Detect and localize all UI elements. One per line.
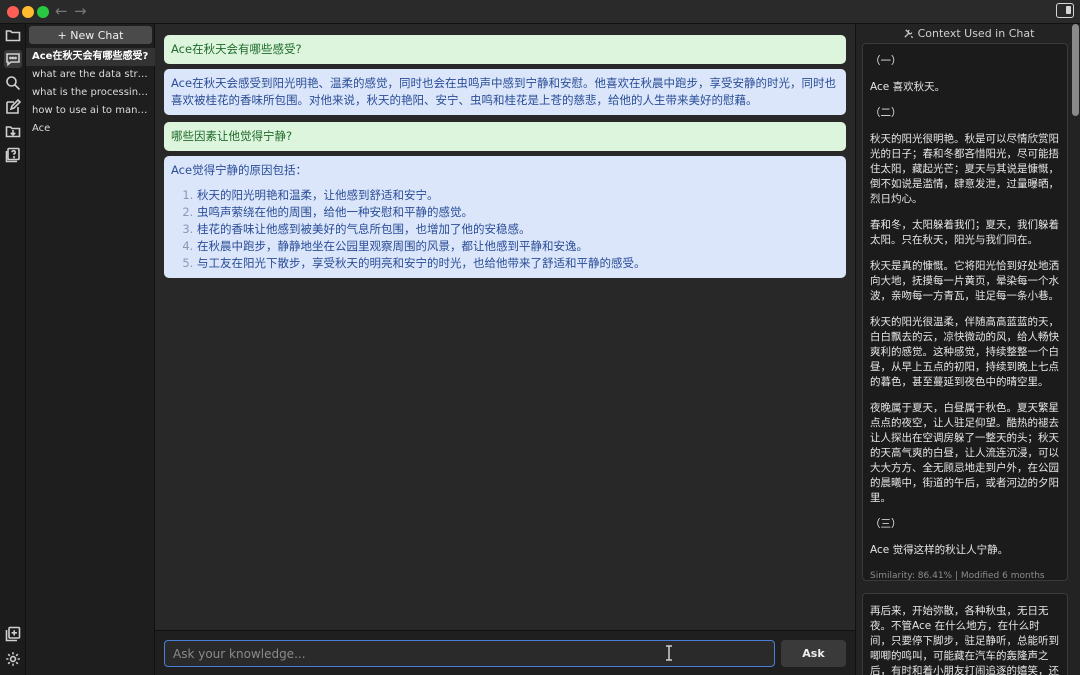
context-paragraph: 春和冬，太阳躲着我们；夏天，我们躲着太阳。只在秋天，阳光与我们同在。 (870, 219, 1059, 246)
arrow-right-icon[interactable]: → (74, 2, 87, 20)
context-paragraph: （三） (870, 518, 902, 530)
assistant-answer: Ace觉得宁静的原因包括： 秋天的阳光明艳和温柔，让他感到舒适和安宁。 虫鸣声萦… (164, 156, 846, 278)
chat-list-item[interactable]: how to use ai to manag... (26, 102, 155, 120)
answer-list-item: 虫鸣声萦绕在他的周围，给他一种安慰和平静的感觉。 (197, 204, 839, 221)
search-icon[interactable] (4, 74, 22, 92)
chat-sidebar: + New Chat Ace在秋天会有哪些感受? what are the da… (26, 24, 155, 675)
new-chat-button[interactable]: + New Chat (29, 26, 152, 44)
context-paragraph: （一） (870, 55, 902, 67)
text-cursor-icon (666, 645, 672, 661)
chat-icon[interactable] (4, 50, 22, 68)
icon-rail (0, 24, 26, 675)
chat-list-item[interactable]: Ace (26, 120, 155, 138)
folder-icon[interactable] (4, 26, 22, 44)
context-panel: Context Used in Chat （一） Ace 喜欢秋天。 （二） 秋… (855, 24, 1080, 675)
ask-button[interactable]: Ask (781, 640, 846, 667)
context-paragraph: 秋天是真的慷慨。它将阳光恰到好处地洒向大地，抚摸每一片黄页，晕染每一个水波，亲吻… (870, 260, 1059, 302)
title-bar: ← → (0, 0, 1080, 24)
context-paragraph: Ace 觉得这样的秋让人宁静。 (870, 544, 1009, 556)
chat-list-item[interactable]: Ace在秋天会有哪些感受? (26, 48, 155, 66)
input-bar: Ask (155, 630, 855, 675)
context-card: （一） Ace 喜欢秋天。 （二） 秋天的阳光很明艳。秋是可以尽情欣赏阳光的日子… (862, 43, 1068, 581)
assistant-answer: Ace在秋天会感受到阳光明艳、温柔的感觉，同时也会在虫鸣声中感到宁静和安慰。他喜… (164, 69, 846, 115)
import-icon[interactable] (4, 122, 22, 140)
close-window-button[interactable] (7, 6, 19, 18)
context-paragraph: 夜晚属于夏天，白昼属于秋色。夏天繁星点点的夜空，让人驻足仰望。酷热的褪去让人探出… (870, 402, 1059, 504)
context-card: 再后来，开始弥散，各种秋虫，无日无夜。不管Ace 在什么地方，在什么时间，只要停… (862, 593, 1068, 675)
minimize-window-button[interactable] (22, 6, 34, 18)
zoom-window-button[interactable] (37, 6, 49, 18)
answer-list-item: 与工友在阳光下散步，享受秋天的明亮和安宁的时光，也给他带来了舒适和平静的感受。 (197, 255, 839, 272)
chat-area: Ace在秋天会有哪些感受? Ace在秋天会感受到阳光明艳、温柔的感觉，同时也会在… (155, 24, 855, 675)
chat-list: Ace在秋天会有哪些感受? what are the data struc...… (26, 48, 155, 138)
answer-list-item: 在秋晨中跑步，静静地坐在公园里观察周围的风景，都让他感到平静和安逸。 (197, 238, 839, 255)
context-paragraph: 再后来，开始弥散，各种秋虫，无日无夜。不管Ace 在什么地方，在什么时间，只要停… (870, 605, 1059, 675)
chat-list-item[interactable]: what are the data struc... (26, 66, 155, 84)
context-paragraph: 秋天的阳光很明艳。秋是可以尽情欣赏阳光的日子；春和冬都吝惜阳光，尽可能捂住太阳，… (870, 133, 1059, 205)
context-header: Context Used in Chat (856, 24, 1080, 43)
answer-list: 秋天的阳光明艳和温柔，让他感到舒适和安宁。 虫鸣声萦绕在他的周围，给他一种安慰和… (171, 187, 839, 272)
answer-list-item: 秋天的阳光明艳和温柔，让他感到舒适和安宁。 (197, 187, 839, 204)
add-window-icon[interactable] (4, 625, 22, 643)
question-icon[interactable] (4, 146, 22, 164)
answer-list-item: 桂花的香味让他感到被美好的气息所包围，也增加了他的安稳感。 (197, 221, 839, 238)
chat-list-item[interactable]: what is the processing ... (26, 84, 155, 102)
user-question: Ace在秋天会有哪些感受? (164, 35, 846, 64)
arrow-left-icon[interactable]: ← (55, 2, 68, 20)
gear-icon[interactable] (4, 650, 22, 668)
similarity-meta: Similarity: 86.41% | Modified 6 months a… (870, 571, 1045, 581)
context-paragraph: 秋天的阳光很温柔，伴随高高蓝蓝的天，白白飘去的云，凉快微动的风，给人畅快爽利的感… (870, 316, 1059, 388)
context-title: Context Used in Chat (917, 27, 1035, 40)
answer-intro: Ace觉得宁静的原因包括： (171, 163, 308, 177)
user-question: 哪些因素让他觉得宁静? (164, 122, 846, 151)
context-paragraph: Ace 喜欢秋天。 (870, 81, 946, 93)
context-paragraph: （二） (870, 107, 902, 119)
ask-input[interactable] (164, 640, 775, 667)
context-scrollbar[interactable] (1072, 24, 1079, 116)
toggle-context-panel-icon[interactable] (1056, 3, 1074, 18)
tools-icon (903, 29, 913, 39)
edit-icon[interactable] (4, 98, 22, 116)
